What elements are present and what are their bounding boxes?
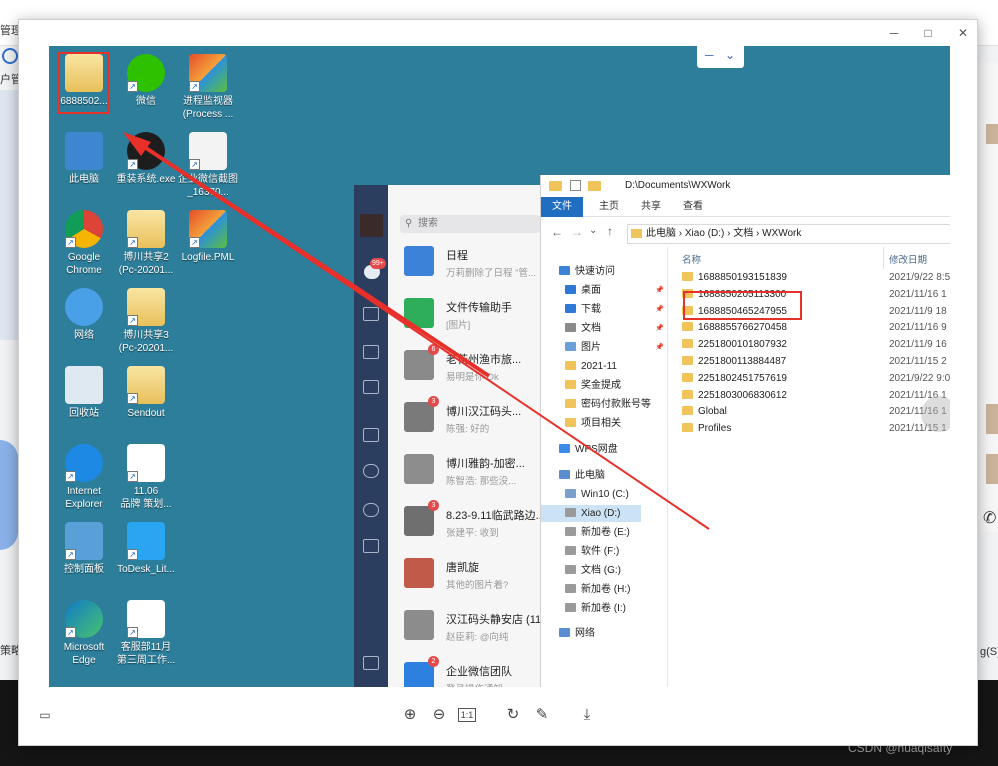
actual-size-button[interactable]: 1:1 xyxy=(458,708,476,722)
bg-avatar xyxy=(986,124,998,144)
minimize-button[interactable]: ─ xyxy=(885,26,903,40)
image-viewer-window: ─ □ ✕ 6888502... ↗ 微信 ↗ 进程监视器 (Process ... 此电脑… xyxy=(18,19,978,746)
bg-avatar xyxy=(986,404,998,434)
screenshot-image: 6888502... ↗ 微信 ↗ 进程监视器 (Process ... 此电脑 ↗ 重装系统.… xyxy=(49,46,950,687)
highlight-desktop-folder xyxy=(58,52,109,114)
annotation-arrow-shaft xyxy=(129,136,491,378)
bg-phone-icon: ✆ xyxy=(983,510,997,527)
maximize-button[interactable]: □ xyxy=(919,26,937,40)
bg-user-icon xyxy=(2,48,18,64)
bg-avatar xyxy=(986,454,998,484)
bg-text: g(S) xyxy=(980,646,998,658)
arrow-head-icon xyxy=(123,132,151,156)
bg-panel xyxy=(0,90,18,340)
download-icon[interactable]: ⤓ xyxy=(577,705,597,725)
zoom-in-icon[interactable]: ⊕ xyxy=(400,705,420,725)
thumbnail-icon[interactable]: ▭ xyxy=(35,705,55,725)
rotate-icon[interactable]: ↻ xyxy=(503,705,523,725)
edit-icon[interactable]: ✎ xyxy=(532,705,552,725)
highlight-file-row xyxy=(683,291,802,320)
zoom-out-icon[interactable]: ⊖ xyxy=(429,705,449,725)
bg-gear-icon xyxy=(0,440,18,550)
close-button[interactable]: ✕ xyxy=(954,26,972,40)
viewer-toolbar: ▭ ⊕ ⊖ 1:1 ↻ ✎ ⤓ xyxy=(19,700,979,740)
annotation-layer xyxy=(58,52,802,530)
